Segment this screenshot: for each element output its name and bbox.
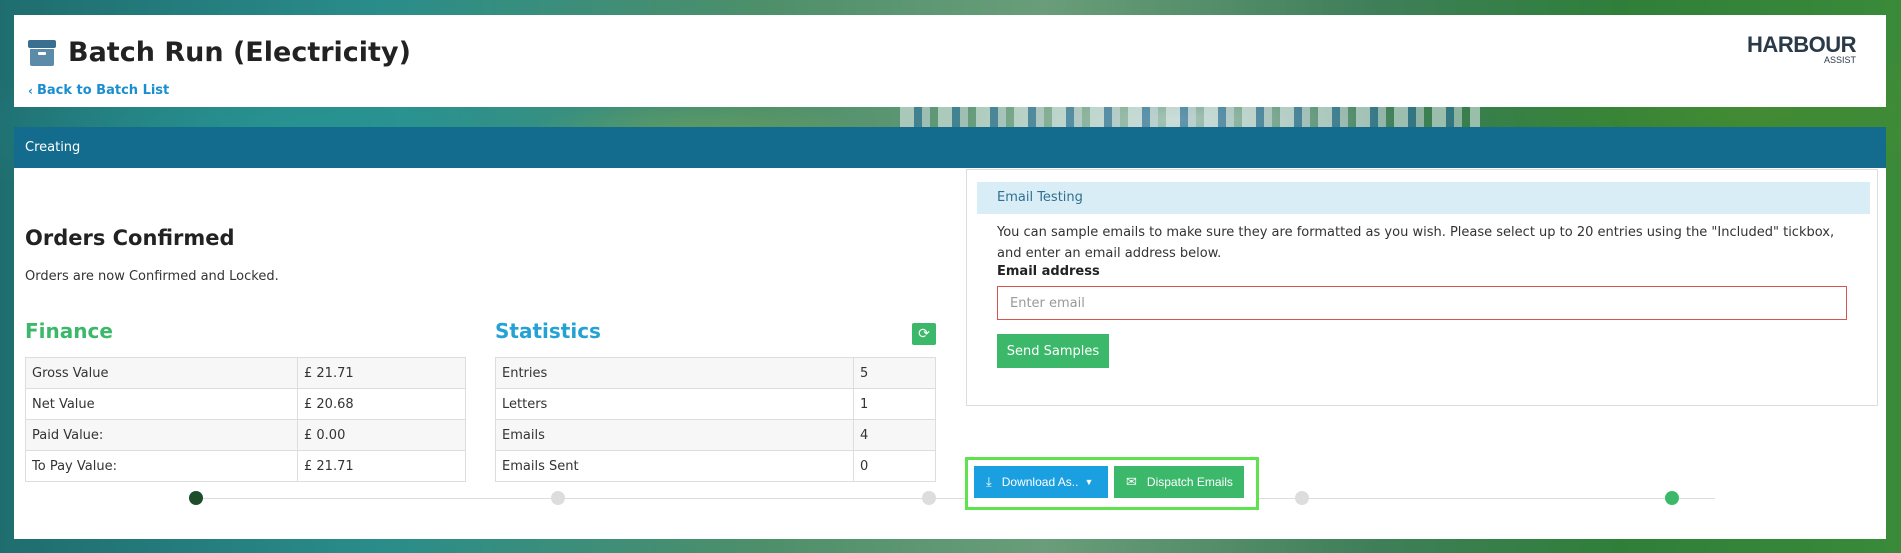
email-testing-description: You can sample emails to make sure they … bbox=[997, 225, 1835, 261]
send-samples-button[interactable]: Send Samples bbox=[997, 334, 1109, 368]
table-row: Gross Value £ 21.71 bbox=[25, 357, 466, 389]
table-row: Paid Value: £ 0.00 bbox=[25, 419, 466, 451]
caret-down-icon: ▼ bbox=[1084, 477, 1094, 487]
refresh-icon: ⟳ bbox=[918, 326, 930, 342]
orders-text: Orders are now Confirmed and Locked. bbox=[25, 269, 279, 284]
refresh-statistics-button[interactable]: ⟳ bbox=[912, 323, 936, 345]
finance-value: £ 20.68 bbox=[297, 388, 466, 420]
statistics-title: Statistics bbox=[495, 319, 601, 343]
download-as-button[interactable]: ⤓ Download As.. ▼ bbox=[974, 466, 1108, 498]
download-icon: ⤓ bbox=[986, 474, 992, 489]
back-to-batch-list-link[interactable]: ‹ Back to Batch List bbox=[28, 83, 169, 98]
statistic-value: 5 bbox=[853, 357, 936, 389]
dispatch-label: Dispatch Emails bbox=[1146, 475, 1233, 489]
statistic-value: 4 bbox=[853, 419, 936, 451]
finance-label: Paid Value: bbox=[25, 419, 298, 451]
logo: HARBOUR ASSIST bbox=[1747, 32, 1856, 65]
finance-title: Finance bbox=[25, 319, 113, 343]
statistics-table: Entries 5 Letters 1 Emails 4 Emails Sent 0 bbox=[495, 357, 936, 482]
statistic-label: Emails bbox=[495, 419, 854, 451]
email-testing-heading: Email Testing bbox=[977, 182, 1870, 214]
statistic-label: Letters bbox=[495, 388, 854, 420]
table-row: Letters 1 bbox=[495, 388, 936, 420]
progress-step bbox=[922, 491, 936, 505]
title-row: Batch Run (Electricity) bbox=[28, 37, 411, 68]
email-address-label: Email address bbox=[997, 264, 1100, 279]
batch-panel: Creating Orders Confirmed Orders are now… bbox=[14, 127, 1886, 539]
dispatch-emails-button[interactable]: ✉ Dispatch Emails bbox=[1114, 466, 1244, 498]
table-row: Emails 4 bbox=[495, 419, 936, 451]
finance-value: £ 0.00 bbox=[297, 419, 466, 451]
finance-label: Gross Value bbox=[25, 357, 298, 389]
statistic-label: Emails Sent bbox=[495, 450, 854, 482]
progress-step bbox=[1665, 491, 1679, 505]
progress-step bbox=[1295, 491, 1309, 505]
download-label: Download As.. bbox=[1001, 475, 1079, 489]
finance-label: To Pay Value: bbox=[25, 450, 298, 482]
progress-track bbox=[190, 498, 1715, 499]
back-link-label: Back to Batch List bbox=[36, 83, 170, 98]
finance-value: £ 21.71 bbox=[297, 357, 466, 389]
statistic-value: 0 bbox=[853, 450, 936, 482]
finance-value: £ 21.71 bbox=[297, 450, 466, 482]
chevron-left-icon: ‹ bbox=[28, 83, 33, 98]
progress-step bbox=[189, 491, 203, 505]
table-row: Emails Sent 0 bbox=[495, 450, 936, 482]
table-row: Net Value £ 20.68 bbox=[25, 388, 466, 420]
page-title: Batch Run (Electricity) bbox=[68, 37, 411, 68]
statistic-label: Entries bbox=[495, 357, 854, 389]
table-row: Entries 5 bbox=[495, 357, 936, 389]
progress-step bbox=[551, 491, 565, 505]
table-row: To Pay Value: £ 21.71 bbox=[25, 450, 466, 482]
statistic-value: 1 bbox=[853, 388, 936, 420]
orders-title: Orders Confirmed bbox=[25, 226, 235, 250]
email-testing-card: Email Testing You can sample emails to m… bbox=[966, 169, 1878, 406]
panel-heading: Creating bbox=[14, 127, 1886, 168]
archive-box-icon bbox=[28, 39, 56, 66]
page-header: Batch Run (Electricity) ‹ Back to Batch … bbox=[14, 15, 1886, 107]
envelope-icon: ✉ bbox=[1126, 474, 1137, 489]
finance-label: Net Value bbox=[25, 388, 298, 420]
finance-table: Gross Value £ 21.71 Net Value £ 20.68 Paid… bbox=[25, 357, 466, 482]
email-field[interactable] bbox=[997, 286, 1847, 320]
